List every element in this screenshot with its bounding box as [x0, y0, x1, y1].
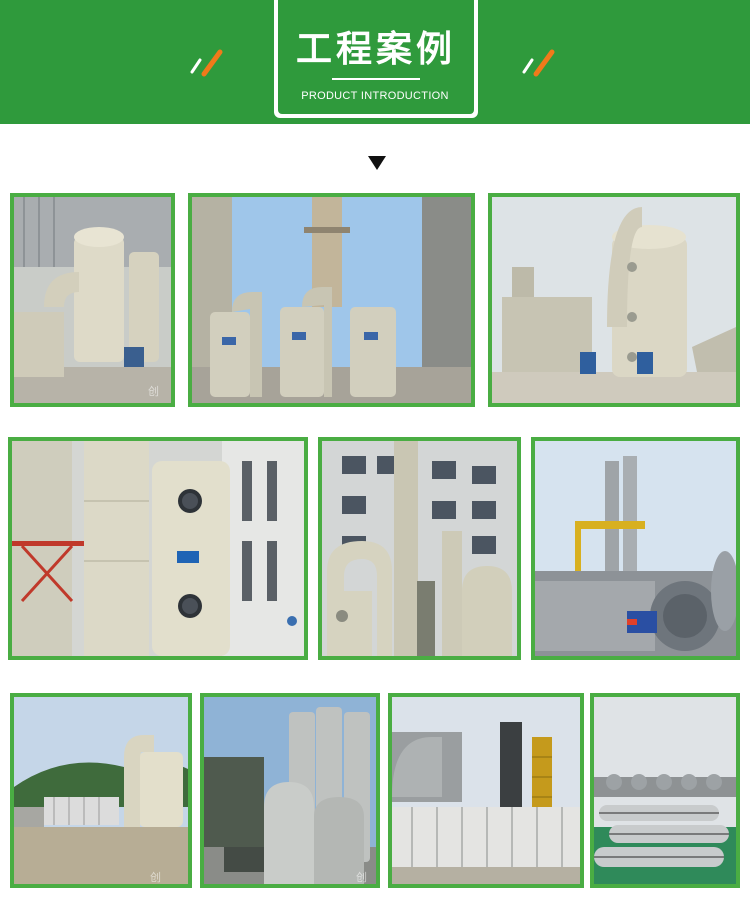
photo-scrubber-control-cabinets — [388, 693, 584, 888]
photo-scrubber-rooftop-cluster: 创 — [200, 693, 380, 888]
photo-rooftop-duct-array — [590, 693, 740, 888]
watermark: 创 — [148, 385, 159, 398]
photo-scrubber-tower-outdoor-plant — [488, 193, 740, 407]
header-banner: 工程案例 PRODUCT INTRODUCTION — [0, 0, 750, 124]
photo-scrubber-towers-with-chimney — [188, 193, 475, 407]
photo-scrubber-hillside-site: 创 — [10, 693, 192, 888]
diagonal-slash-icon — [190, 49, 223, 77]
title-divider — [332, 78, 420, 80]
triangle-down-icon — [368, 156, 386, 170]
diagonal-slash-icon — [522, 49, 555, 77]
page-title: 工程案例 — [295, 29, 456, 70]
page-subtitle: PRODUCT INTRODUCTION — [301, 90, 449, 102]
photo-scrubber-tower-closeup — [8, 437, 308, 660]
photo-exhaust-stacks-and-fans — [531, 437, 740, 660]
photo-scrubber-tower-indoor: 创 — [10, 193, 175, 407]
watermark: 创 — [150, 871, 161, 884]
photo-scrubber-towers-by-building — [318, 437, 521, 660]
watermark: 创 — [356, 871, 367, 884]
